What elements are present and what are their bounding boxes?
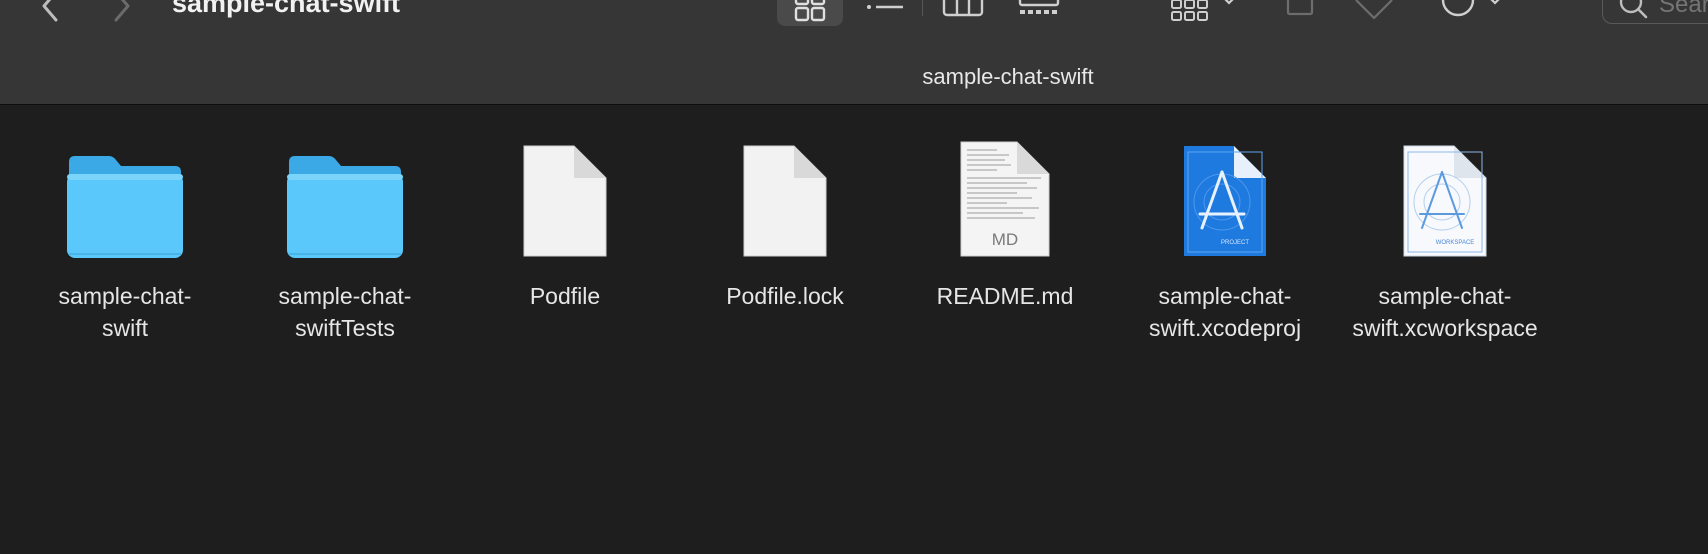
share-icon	[1286, 0, 1314, 16]
file-name-line1: sample-chat-	[58, 283, 192, 309]
column-view-button[interactable]	[940, 0, 986, 26]
share-button[interactable]	[1282, 0, 1318, 26]
tag-icon	[1355, 0, 1393, 20]
file-name-line1: README.md	[936, 283, 1074, 309]
group-by-button[interactable]	[1170, 0, 1240, 26]
chevron-left-icon	[42, 0, 58, 22]
file-name-line1: sample-chat-	[278, 283, 412, 309]
file-name-line1: sample-chat-	[1158, 283, 1292, 309]
file-name-line1: Podfile	[529, 283, 601, 309]
file-name-line2: swiftTests	[295, 315, 395, 341]
ellipsis-circle-icon	[1441, 0, 1500, 17]
list-icon	[867, 5, 903, 9]
chevron-right-icon	[114, 0, 130, 22]
file-badge-project: PROJECT	[1220, 240, 1249, 246]
gallery-view-button[interactable]	[1016, 0, 1062, 26]
group-icon	[1171, 0, 1234, 21]
document-icon	[743, 145, 827, 257]
file-name-line1: Podfile.lock	[726, 283, 844, 309]
search-input[interactable]	[1657, 0, 1708, 21]
file-name-line2: swift.xcworkspace	[1352, 315, 1538, 341]
gallery-icon	[1018, 0, 1060, 14]
file-item-document[interactable]: Podfile.lock	[680, 136, 890, 312]
file-name-line1: sample-chat-	[1378, 283, 1512, 309]
grid-icon	[794, 0, 826, 22]
file-grid: sample-chat- swift sample-chat- swiftTes…	[0, 106, 1708, 554]
back-button[interactable]	[30, 0, 70, 26]
file-name-line2: swift	[102, 315, 148, 341]
window-title: sample-chat-swift	[172, 0, 401, 18]
file-item-folder[interactable]: sample-chat- swift	[20, 136, 230, 344]
finder-toolbar: sample-chat-swift Search sample-chat-swi…	[0, 0, 1708, 105]
action-button[interactable]	[1438, 0, 1508, 26]
tags-button[interactable]	[1352, 0, 1396, 26]
columns-icon	[942, 0, 984, 17]
file-name-line2: swift.xcodeproj	[1148, 315, 1302, 341]
search-field[interactable]	[1602, 0, 1708, 24]
forward-button[interactable]	[102, 0, 142, 26]
folder-icon	[67, 156, 183, 258]
list-view-button[interactable]	[862, 0, 908, 26]
file-badge-workspace: WORKSPACE	[1435, 240, 1475, 246]
file-item-folder[interactable]: sample-chat- swiftTests	[240, 136, 450, 344]
folder-icon	[287, 156, 403, 258]
file-badge-md: MD	[991, 230, 1019, 249]
document-icon	[523, 145, 607, 257]
toolbar-separator	[922, 0, 923, 16]
search-icon	[1619, 0, 1648, 19]
file-item-document[interactable]: Podfile	[460, 136, 670, 312]
icon-view-button[interactable]	[777, 0, 843, 26]
location-title: sample-chat-swift	[922, 64, 1094, 89]
